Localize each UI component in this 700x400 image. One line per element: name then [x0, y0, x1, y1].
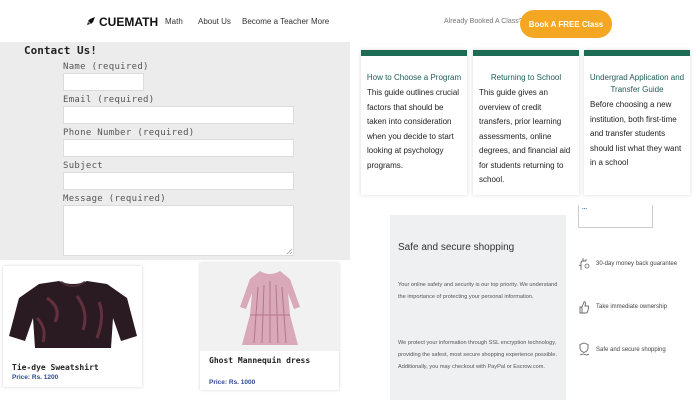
phone-field[interactable]: [63, 139, 294, 157]
card-title[interactable]: Undergrad Application and Transfer Guide: [588, 72, 686, 96]
name-label: Name (required): [63, 62, 149, 72]
feature-money-back: 30-day money back guarantee: [578, 256, 677, 272]
nav-about-us[interactable]: About Us: [198, 17, 231, 26]
card-body: Before choosing a new institution, both …: [590, 100, 682, 167]
feature-ownership: Take immediate ownership: [578, 299, 667, 315]
resize-handle-icon[interactable]: [286, 248, 292, 254]
product-price: Price: Rs. 1200: [12, 374, 59, 381]
product-card-sweatshirt[interactable]: Tie-dye Sweatshirt Price: Rs. 1200: [3, 266, 142, 387]
guide-card-choose-program[interactable]: How to Choose a Program This guide outli…: [361, 50, 467, 195]
dress-image[interactable]: [230, 267, 310, 347]
sweatshirt-image[interactable]: [7, 278, 139, 348]
subject-label: Subject: [63, 161, 104, 171]
name-field[interactable]: [63, 73, 144, 91]
shopping-paragraph-2: We protect your information through SSL …: [398, 340, 557, 370]
subject-field[interactable]: [63, 172, 294, 190]
card-body: This guide gives an overview of credit t…: [479, 88, 571, 184]
product-card-dress[interactable]: Ghost Mannequin dress Price: Rs. 1000: [200, 263, 339, 390]
shopping-paragraph-1: Your online safety and security is our t…: [398, 282, 558, 300]
hand-money-icon: [578, 256, 590, 272]
product-price: Price: Rs. 1000: [209, 379, 256, 386]
feature-label: 30-day money back guarantee: [596, 261, 678, 267]
shopping-title: Safe and secure shopping: [398, 242, 515, 253]
guide-card-returning-school[interactable]: Returning to School This guide gives an …: [473, 50, 579, 195]
book-free-class-button[interactable]: Book A FREE Class: [520, 10, 612, 38]
widget-text: ...: [582, 205, 588, 211]
product-name[interactable]: Ghost Mannequin dress: [209, 355, 329, 366]
logo-text: CUEMATH: [99, 15, 159, 29]
contact-title: Contact Us!: [24, 44, 97, 57]
card-accent-bar: [473, 50, 579, 56]
thumbs-up-icon: [578, 299, 590, 315]
email-label: Email (required): [63, 95, 155, 105]
partial-widget: ...: [578, 205, 653, 228]
message-label: Message (required): [63, 194, 166, 204]
message-textarea[interactable]: [63, 205, 294, 256]
feature-label: Take immediate ownership: [596, 304, 668, 310]
card-title[interactable]: Returning to School: [477, 72, 575, 84]
email-field[interactable]: [63, 106, 294, 124]
feature-secure-shopping: Safe and secure shopping: [578, 342, 666, 358]
safe-shopping-panel: Safe and secure shopping Your online saf…: [390, 215, 566, 400]
card-body: This guide outlines crucial factors that…: [367, 88, 460, 170]
already-booked-link[interactable]: Already Booked A Class?: [444, 18, 523, 25]
nav-more[interactable]: More: [311, 17, 329, 26]
card-accent-bar: [584, 50, 690, 56]
nav-math[interactable]: Math: [165, 17, 183, 26]
guide-card-undergrad-transfer[interactable]: Undergrad Application and Transfer Guide…: [584, 50, 690, 195]
nav-become-teacher[interactable]: Become a Teacher: [242, 17, 309, 26]
product-name[interactable]: Tie-dye Sweatshirt: [12, 362, 99, 373]
card-title[interactable]: How to Choose a Program: [365, 72, 463, 84]
feature-label: Safe and secure shopping: [596, 347, 666, 353]
cuemath-logo[interactable]: CUEMATH: [86, 15, 158, 29]
top-nav-bar: CUEMATH Math About Us Become a Teacher M…: [0, 0, 700, 46]
rocket-icon: [86, 16, 96, 29]
phone-label: Phone Number (required): [63, 128, 195, 138]
hand-shield-icon: [578, 342, 590, 358]
card-accent-bar: [361, 50, 467, 56]
